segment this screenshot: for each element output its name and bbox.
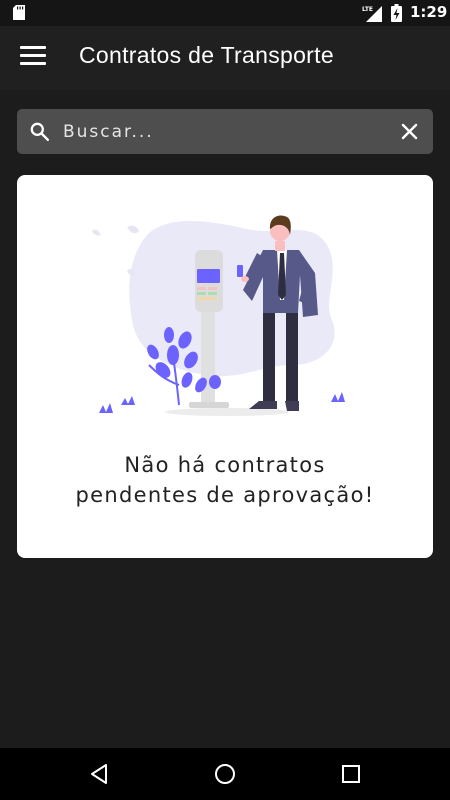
system-nav-bar: [0, 748, 450, 800]
status-clock: 1:29: [410, 3, 448, 21]
app-bar: Contratos de Transporte: [0, 26, 450, 90]
search-bar: [17, 109, 433, 154]
home-circle-icon[interactable]: [213, 762, 237, 786]
search-input[interactable]: [63, 117, 383, 146]
page-title: Contratos de Transporte: [79, 42, 334, 68]
sd-card-icon: [13, 5, 25, 20]
network-label: LTE: [362, 6, 373, 13]
empty-message-line2: pendentes de aprovação!: [75, 483, 375, 507]
empty-state-message: Não há contratos pendentes de aprovação!: [17, 450, 433, 510]
search-icon[interactable]: [29, 121, 50, 142]
empty-message-line1: Não há contratos: [124, 453, 326, 477]
close-icon[interactable]: [401, 123, 418, 140]
lte-signal-icon: LTE: [362, 6, 382, 22]
empty-state-card: Não há contratos pendentes de aprovação!: [17, 175, 433, 558]
recents-square-icon[interactable]: [339, 762, 363, 786]
status-bar: LTE 1:29: [0, 0, 450, 26]
back-triangle-icon[interactable]: [87, 762, 111, 786]
hamburger-menu-icon[interactable]: [20, 46, 48, 68]
battery-charging-icon: [391, 4, 402, 22]
man-with-phone-at-payment-terminal-illustration: [92, 215, 345, 416]
